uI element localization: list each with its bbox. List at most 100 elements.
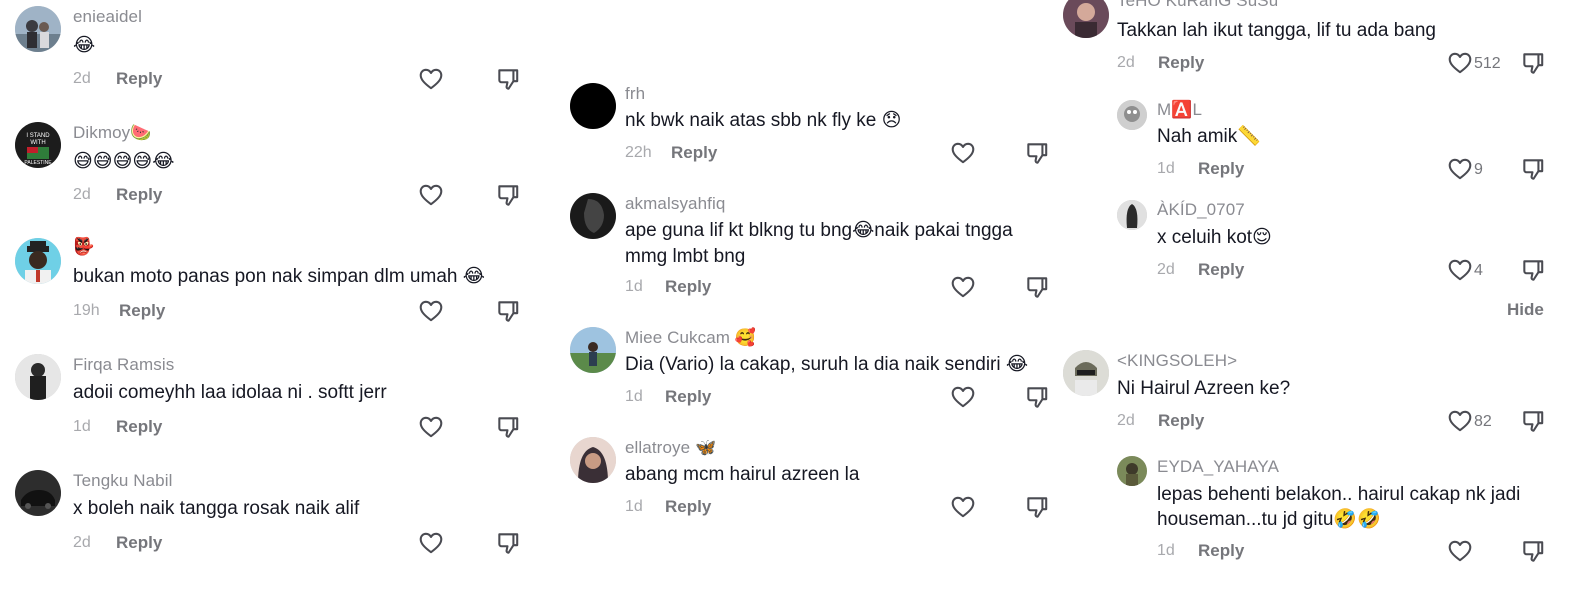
like-count: 512	[1474, 55, 1501, 72]
avatar[interactable]	[1063, 350, 1109, 396]
avatar[interactable]	[15, 238, 61, 284]
comment-column-3: TeHO KuRanG SuSu Takkan lah ikut tangga,…	[1058, 0, 1586, 612]
comment-username[interactable]: TeHO KuRanG SuSu	[1117, 0, 1278, 11]
thumbs-down-icon[interactable]	[1520, 408, 1546, 434]
thumbs-down-icon[interactable]	[1024, 274, 1050, 300]
comment-username[interactable]: enieaidel	[73, 7, 142, 27]
avatar[interactable]	[570, 437, 616, 483]
comment-text: Dia (Vario) la cakap, suruh la dia naik …	[625, 354, 1029, 375]
comment-timestamp: 1d	[1157, 542, 1175, 559]
comment-text: x boleh naik tangga rosak naik alif	[73, 498, 360, 519]
avatar[interactable]	[1117, 456, 1147, 486]
reply-button[interactable]: Reply	[665, 277, 711, 297]
comment-username[interactable]: EYDA_YAHAYA	[1157, 457, 1279, 477]
heart-icon[interactable]	[950, 274, 976, 300]
comment-timestamp: 2d	[1157, 261, 1175, 278]
reply-button[interactable]: Reply	[1198, 260, 1244, 280]
heart-icon[interactable]	[950, 384, 976, 410]
heart-icon[interactable]	[418, 182, 444, 208]
thumbs-down-icon[interactable]	[1024, 140, 1050, 166]
comment-username[interactable]: 👺	[73, 237, 94, 257]
thumbs-down-icon[interactable]	[1520, 50, 1546, 76]
comment-username[interactable]: ellatroye 🦋	[625, 438, 716, 458]
thumbs-down-icon[interactable]	[495, 414, 521, 440]
comment-column-1: enieaidel 😂 2d Reply I STAND WITH PALESTIN…	[0, 0, 540, 612]
reply-button[interactable]: Reply	[1158, 411, 1204, 431]
comment-text: Nah amik📏	[1157, 126, 1261, 147]
comment-text-line-1: lepas behenti belakon.. hairul cakap nk …	[1157, 484, 1521, 505]
reply-button[interactable]: Reply	[665, 497, 711, 517]
heart-icon[interactable]	[418, 298, 444, 324]
avatar[interactable]	[1117, 100, 1147, 130]
comment-item: Firqa Ramsis adoii comeyhh laa idolaa ni…	[0, 348, 540, 458]
thumbs-down-icon[interactable]	[1024, 494, 1050, 520]
reply-button[interactable]: Reply	[116, 533, 162, 553]
heart-icon[interactable]	[418, 414, 444, 440]
thumbs-down-icon[interactable]	[1520, 156, 1546, 182]
comment-item: ellatroye 🦋 abang mcm hairul azreen la 1…	[558, 430, 1060, 530]
thumbs-down-icon[interactable]	[1024, 384, 1050, 410]
comment-username[interactable]: frh	[625, 84, 645, 104]
comment-timestamp: 1d	[625, 278, 643, 295]
thumbs-down-icon[interactable]	[495, 298, 521, 324]
reply-button[interactable]: Reply	[119, 301, 165, 321]
reply-item: EYDA_YAHAYA lepas behenti belakon.. hair…	[1058, 452, 1586, 572]
thumbs-down-icon[interactable]	[495, 530, 521, 556]
heart-icon[interactable]	[1447, 156, 1473, 182]
heart-icon[interactable]	[950, 140, 976, 166]
like-count: 4	[1474, 262, 1483, 279]
heart-icon[interactable]	[1447, 538, 1473, 564]
avatar[interactable]	[570, 327, 616, 373]
avatar[interactable]	[15, 6, 61, 52]
comment-text: Ni Hairul Azreen ke?	[1117, 378, 1291, 399]
comment-item: <KINGSOLEH> Ni Hairul Azreen ke? 2d Repl…	[1058, 342, 1586, 442]
comment-column-2: frh nk bwk naik atas sbb nk fly ke 😞 22h…	[558, 0, 1060, 612]
avatar[interactable]	[15, 354, 61, 400]
reply-button[interactable]: Reply	[1198, 541, 1244, 561]
reply-button[interactable]: Reply	[671, 143, 717, 163]
reply-button[interactable]: Reply	[116, 417, 162, 437]
comment-username[interactable]: Firqa Ramsis	[73, 355, 174, 375]
avatar[interactable]	[570, 83, 616, 129]
comment-text: nk bwk naik atas sbb nk fly ke 😞	[625, 110, 902, 131]
comment-text-line-2: houseman...tu jd gitu🤣🤣	[1157, 509, 1381, 530]
comment-username[interactable]: <KINGSOLEH>	[1117, 351, 1237, 371]
comment-text: abang mcm hairul azreen la	[625, 464, 860, 485]
avatar[interactable]	[1063, 0, 1109, 38]
reply-button[interactable]: Reply	[1198, 159, 1244, 179]
hide-replies-button[interactable]: Hide	[1507, 300, 1544, 320]
reply-button[interactable]: Reply	[116, 185, 162, 205]
avatar[interactable]: I STAND WITH PALESTINE	[15, 122, 61, 168]
reply-button[interactable]: Reply	[1158, 53, 1204, 73]
comment-username[interactable]: ÀKÍD_0707	[1157, 200, 1245, 220]
avatar[interactable]	[15, 470, 61, 516]
like-count: 9	[1474, 161, 1483, 178]
comment-text: bukan moto panas pon nak simpan dlm umah…	[73, 266, 485, 287]
comment-username[interactable]: Miee Cukcam 🥰	[625, 328, 756, 348]
reply-item: ÀKÍD_0707 x celuih kot😌 2d Reply 4	[1058, 198, 1586, 298]
reply-button[interactable]: Reply	[665, 387, 711, 407]
comment-item: frh nk bwk naik atas sbb nk fly ke 😞 22h…	[558, 76, 1060, 176]
heart-icon[interactable]	[1447, 50, 1473, 76]
comment-username[interactable]: M🅰️L	[1157, 100, 1202, 120]
thumbs-down-icon[interactable]	[1520, 257, 1546, 283]
heart-icon[interactable]	[1447, 257, 1473, 283]
heart-icon[interactable]	[418, 66, 444, 92]
thumbs-down-icon[interactable]	[495, 66, 521, 92]
thumbs-down-icon[interactable]	[1520, 538, 1546, 564]
heart-icon[interactable]	[418, 530, 444, 556]
avatar[interactable]	[1117, 200, 1147, 230]
comment-item: 👺 bukan moto panas pon nak simpan dlm um…	[0, 232, 540, 342]
reply-button[interactable]: Reply	[116, 69, 162, 89]
comment-username[interactable]: Tengku Nabil	[73, 471, 172, 491]
heart-icon[interactable]	[950, 494, 976, 520]
svg-text:PALESTINE: PALESTINE	[24, 160, 52, 166]
comment-text: 😂	[73, 34, 96, 56]
heart-icon[interactable]	[1447, 408, 1473, 434]
thumbs-down-icon[interactable]	[495, 182, 521, 208]
avatar[interactable]	[570, 193, 616, 239]
comment-text-line-1: ape guna lif kt blkng tu bng😂naik pakai …	[625, 220, 1013, 241]
comment-username[interactable]: akmalsyahfiq	[625, 194, 725, 214]
comment-text: adoii comeyhh laa idolaa ni . softt jerr	[73, 382, 387, 403]
comment-username[interactable]: Dikmoy🍉	[73, 123, 152, 143]
